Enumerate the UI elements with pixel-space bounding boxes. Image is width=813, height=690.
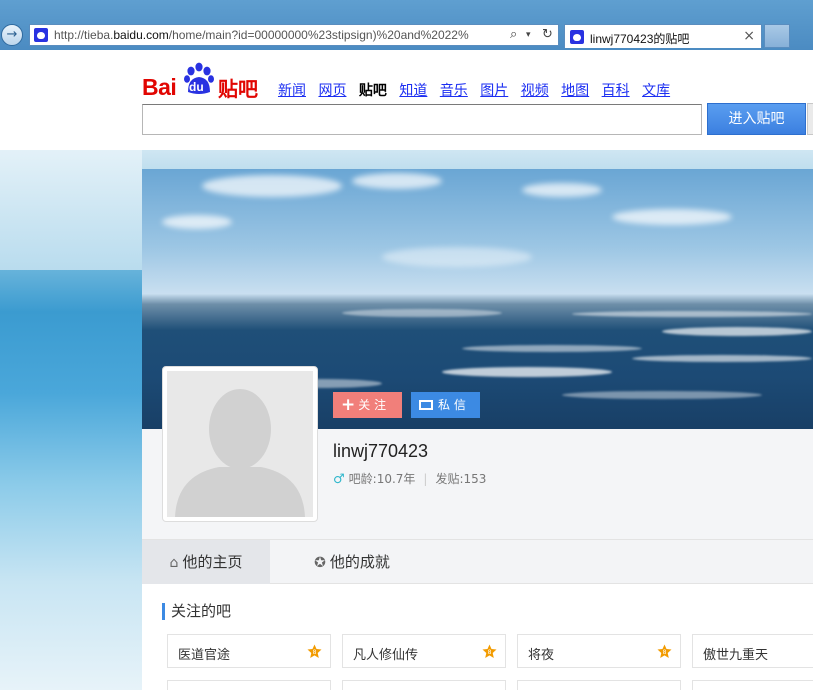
followed-bar-item[interactable] <box>342 680 506 690</box>
nav-link-baike[interactable]: 百科 <box>602 83 630 99</box>
back-arrow-icon: → <box>6 27 18 42</box>
baidu-favicon-icon <box>570 30 584 44</box>
enter-tieba-button[interactable]: 进入贴吧 <box>707 103 806 135</box>
back-button[interactable]: → <box>1 24 23 46</box>
nav-link-wenku[interactable]: 文库 <box>642 83 670 99</box>
search-icon[interactable]: ⌕ <box>510 27 517 42</box>
post-count: 发贴:153 <box>435 472 487 486</box>
baidu-favicon-icon <box>34 28 48 42</box>
new-tab-button[interactable] <box>764 24 790 48</box>
logo-du-text: du <box>189 80 204 94</box>
plus-icon: + <box>341 395 356 415</box>
nav-link-map[interactable]: 地图 <box>561 83 589 99</box>
browser-tab[interactable]: linwj770423的贴吧 × <box>564 24 762 48</box>
nav-link-music[interactable]: 音乐 <box>440 83 468 99</box>
tab-title: linwj770423的贴吧 <box>590 32 690 46</box>
site-header: Bai du 贴吧 新闻 网页 贴吧 知道 音乐 图片 视频 地图 百科 文库 … <box>0 50 813 150</box>
account-age: 吧龄:10.7年 <box>348 472 416 486</box>
svg-text:8: 8 <box>313 649 317 656</box>
logo-bai-text: Bai <box>142 74 177 100</box>
followed-bar-item[interactable]: 凡人修仙传 8 <box>342 634 506 668</box>
private-message-button[interactable]: 私 信 <box>411 392 480 418</box>
user-meta: ♂ 吧龄:10.7年 | 发贴:153 <box>333 472 487 487</box>
search-input[interactable] <box>142 104 702 135</box>
svg-text:8: 8 <box>663 649 667 656</box>
nav-link-images[interactable]: 图片 <box>480 83 508 99</box>
page-background-sky <box>0 150 142 270</box>
product-nav: 新闻 网页 贴吧 知道 音乐 图片 视频 地图 百科 文库 <box>278 80 678 100</box>
dropdown-icon[interactable]: ▾ <box>526 30 531 40</box>
nav-link-video[interactable]: 视频 <box>521 83 549 99</box>
refresh-icon[interactable]: ↻ <box>542 27 553 42</box>
level-badge-icon: 8 <box>307 644 322 658</box>
followed-bars-heading: 关注的吧 <box>162 603 231 620</box>
followed-bar-item[interactable]: 医道官途 8 <box>167 634 331 668</box>
tab-home[interactable]: ⌂ 他的主页 <box>142 540 270 584</box>
bar-name: 医道官途 <box>178 648 231 663</box>
level-badge-icon: 8 <box>657 644 672 658</box>
tab-achievements[interactable]: ✪ 他的成就 <box>282 540 422 584</box>
close-tab-icon[interactable]: × <box>743 28 755 44</box>
bar-name: 傲世九重天 <box>703 648 769 663</box>
male-gender-icon: ♂ <box>333 472 345 487</box>
home-icon: ⌂ <box>169 555 179 571</box>
address-bar[interactable]: http://tieba.baidu.com/home/main?id=0000… <box>29 24 559 46</box>
follow-button[interactable]: + 关 注 <box>333 392 402 418</box>
followed-bar-item[interactable]: 傲世九重天 <box>692 634 813 668</box>
nav-link-news[interactable]: 新闻 <box>278 83 306 99</box>
profile-tabs: ⌂ 他的主页 ✪ 他的成就 <box>142 539 813 584</box>
level-badge-icon: 8 <box>482 644 497 658</box>
followed-bar-item[interactable] <box>167 680 331 690</box>
username: linwj770423 <box>333 441 429 461</box>
svg-text:8: 8 <box>488 649 492 656</box>
address-url[interactable]: http://tieba.baidu.com/home/main?id=0000… <box>54 28 508 42</box>
avatar[interactable] <box>162 366 318 522</box>
browser-chrome: → http://tieba.baidu.com/home/main?id=00… <box>0 0 813 50</box>
followed-bar-item[interactable] <box>517 680 681 690</box>
default-avatar-icon <box>167 371 313 517</box>
logo-tieba-text: 贴吧 <box>218 77 258 101</box>
medal-icon: ✪ <box>314 555 326 571</box>
nav-link-web[interactable]: 网页 <box>318 83 346 99</box>
nav-link-tieba[interactable]: 贴吧 <box>359 83 387 99</box>
followed-bar-item[interactable] <box>692 680 813 690</box>
search-button-partial[interactable] <box>807 103 813 135</box>
nav-link-zhidao[interactable]: 知道 <box>399 83 427 99</box>
bar-name: 将夜 <box>528 648 555 663</box>
bar-name: 凡人修仙传 <box>353 648 419 663</box>
followed-bar-item[interactable]: 将夜 8 <box>517 634 681 668</box>
envelope-icon <box>419 400 433 410</box>
